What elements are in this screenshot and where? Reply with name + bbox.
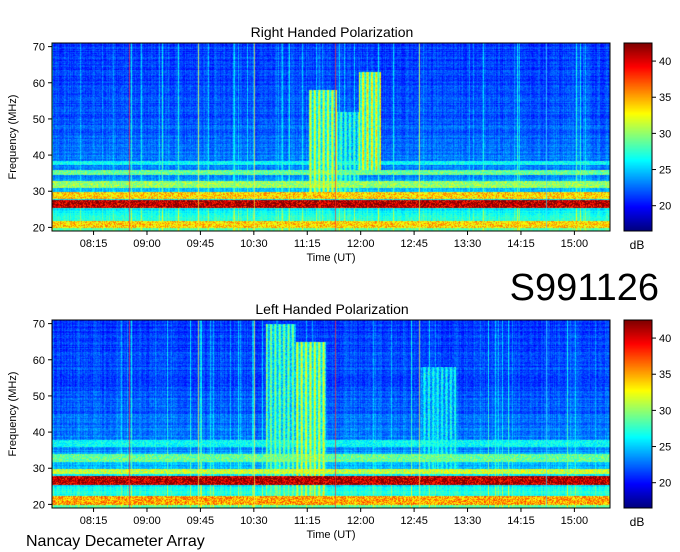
spectrogram-plot-area <box>52 43 610 231</box>
panel-title: Left Handed Polarization <box>255 301 408 317</box>
x-tick-label: 13:30 <box>454 238 482 250</box>
x-tick-label: 09:45 <box>187 515 215 527</box>
y-tick-label: 60 <box>33 78 45 90</box>
panel-title: Right Handed Polarization <box>251 24 414 40</box>
y-axis-ticks: 20 30 40 50 60 70 <box>33 319 52 511</box>
x-tick-label: 12:45 <box>400 515 428 527</box>
y-tick-label: 40 <box>33 150 45 162</box>
right-polarization-panel: Right Handed Polarization 20 30 40 50 60 70 0… <box>7 24 671 264</box>
x-tick-label: 12:00 <box>347 238 375 250</box>
x-tick-label: 08:15 <box>80 238 108 250</box>
y-tick-label: 50 <box>33 114 45 126</box>
colorbar-tick-label: 40 <box>659 56 671 68</box>
left-polarization-panel: Left Handed Polarization 20 30 40 50 60 70 08… <box>7 301 671 541</box>
x-axis-label: Time (UT) <box>306 252 355 264</box>
spectrogram-figure: Right Handed Polarization 20 30 40 50 60 70 0… <box>7 24 671 550</box>
y-tick-label: 70 <box>33 319 45 331</box>
x-tick-label: 14:15 <box>507 515 535 527</box>
spectrogram-plot-area <box>52 320 610 508</box>
y-tick-label: 70 <box>33 42 45 54</box>
x-tick-label: 12:00 <box>347 515 375 527</box>
x-axis-label: Time (UT) <box>306 529 355 541</box>
x-tick-label: 13:30 <box>454 515 482 527</box>
colorbar-tick-label: 20 <box>659 201 671 213</box>
colorbar <box>624 320 652 508</box>
colorbar-ticks: 20 25 30 35 40 <box>652 56 671 213</box>
spectrogram-image <box>52 320 610 508</box>
colorbar-unit-label: dB <box>630 238 645 252</box>
spectrogram-image <box>52 43 610 231</box>
colorbar-tick-label: 25 <box>659 165 671 177</box>
x-tick-label: 09:00 <box>133 515 161 527</box>
x-tick-label: 10:30 <box>240 238 268 250</box>
y-tick-label: 40 <box>33 427 45 439</box>
x-tick-label: 08:15 <box>80 515 108 527</box>
x-tick-label: 10:30 <box>240 515 268 527</box>
y-axis-label: Frequency (MHz) <box>7 372 19 457</box>
x-axis-ticks: 08:15 09:00 09:45 10:30 11:15 12:00 12:45 13:30… <box>80 231 588 250</box>
x-tick-label: 15:00 <box>561 238 589 250</box>
colorbar-tick-label: 35 <box>659 369 671 381</box>
x-tick-label: 15:00 <box>561 515 589 527</box>
y-tick-label: 60 <box>33 355 45 367</box>
colorbar-tick-label: 20 <box>659 478 671 490</box>
instrument-label: Nancay Decameter Array <box>26 533 205 550</box>
x-tick-label: 14:15 <box>507 238 535 250</box>
y-tick-label: 20 <box>33 499 45 511</box>
y-axis-label: Frequency (MHz) <box>7 95 19 180</box>
colorbar-gradient <box>624 43 652 231</box>
colorbar-unit-label: dB <box>630 515 645 529</box>
colorbar-tick-label: 30 <box>659 405 671 417</box>
y-tick-label: 20 <box>33 222 45 234</box>
y-tick-label: 30 <box>33 186 45 198</box>
y-tick-label: 30 <box>33 463 45 475</box>
y-tick-label: 50 <box>33 391 45 403</box>
colorbar <box>624 43 652 231</box>
colorbar-tick-label: 35 <box>659 92 671 104</box>
x-tick-label: 11:15 <box>294 238 321 250</box>
x-axis-ticks: 08:15 09:00 09:45 10:30 11:15 12:00 12:45 13:30… <box>80 508 588 527</box>
colorbar-tick-label: 30 <box>659 128 671 140</box>
colorbar-tick-label: 25 <box>659 442 671 454</box>
observation-id: S991126 <box>510 267 659 309</box>
colorbar-tick-label: 40 <box>659 333 671 345</box>
x-tick-label: 11:15 <box>294 515 321 527</box>
y-axis-ticks: 20 30 40 50 60 70 <box>33 42 52 234</box>
x-tick-label: 09:45 <box>187 238 215 250</box>
colorbar-gradient <box>624 320 652 508</box>
x-tick-label: 12:45 <box>400 238 428 250</box>
colorbar-ticks: 20 25 30 35 40 <box>652 333 671 490</box>
x-tick-label: 09:00 <box>133 238 161 250</box>
